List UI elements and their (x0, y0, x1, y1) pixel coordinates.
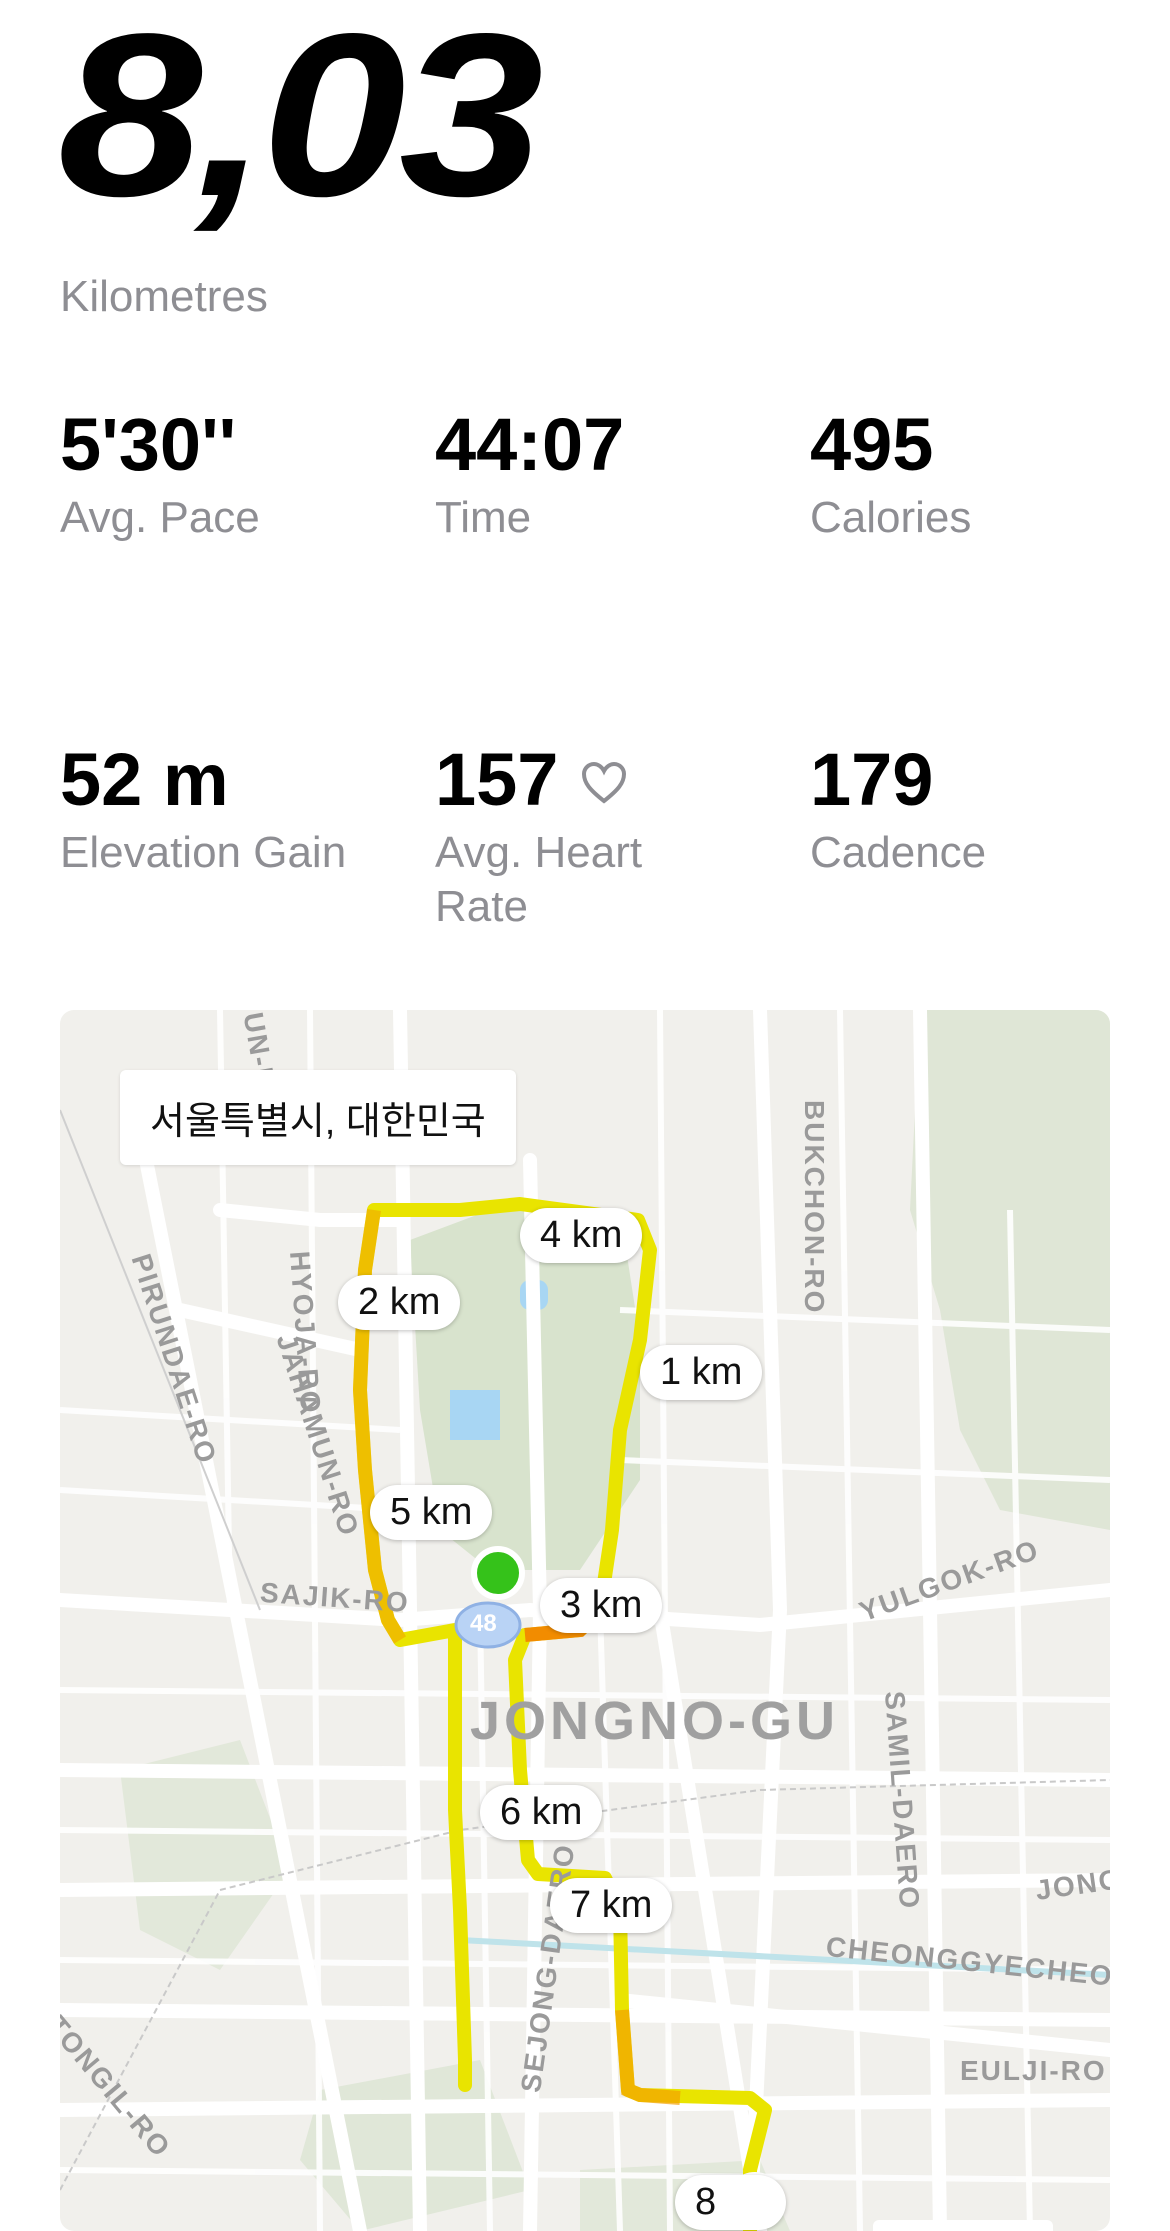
stat-label: Elevation Gain (60, 828, 347, 877)
route-map[interactable]: 48 BUKCHON-RO PIRUNDAE-RO JAHAMUN-RO HYO… (60, 1010, 1110, 2231)
map-overlay-card (873, 2220, 1053, 2231)
heart-icon (580, 740, 628, 820)
stat-time: 44:07 Time (435, 405, 795, 545)
distance-value: 8,03 (58, 0, 544, 245)
km-marker: 2 km (338, 1275, 461, 1330)
stat-value: 52 m (60, 738, 229, 821)
stat-elevation-gain: 52 m Elevation Gain (60, 740, 390, 880)
km-marker: 8 (675, 2175, 787, 2230)
street-label: BUKCHON-RO (799, 1100, 830, 1315)
stat-value-row: 157 (435, 740, 735, 820)
stat-label: Cadence (810, 828, 987, 877)
km-marker: 1 km (640, 1345, 763, 1400)
stat-label: Avg. Heart Rate (435, 828, 643, 931)
stat-value: 179 (810, 738, 934, 821)
stat-avg-heart-rate: 157 Avg. Heart Rate (435, 740, 735, 934)
stat-value: 495 (810, 403, 934, 486)
location-badge: 서울특별시, 대한민국 (120, 1070, 516, 1165)
distance-unit-label: Kilometres (60, 272, 268, 321)
km-marker: 3 km (540, 1578, 663, 1633)
stat-label: Calories (810, 493, 972, 542)
stat-value: 5'30'' (60, 403, 237, 486)
stat-label: Avg. Pace (60, 493, 260, 542)
stat-value: 44:07 (435, 403, 625, 486)
district-label: JONGNO-GU (470, 1691, 840, 1751)
route-shield-label: 48 (470, 1610, 497, 1637)
km-marker: 4 km (520, 1208, 643, 1263)
km-marker: 6 km (480, 1785, 603, 1840)
stat-label: Time (435, 493, 532, 542)
stat-calories: 495 Calories (810, 405, 1170, 545)
km-marker: 7 km (550, 1878, 673, 1933)
stat-avg-pace: 5'30'' Avg. Pace (60, 405, 420, 545)
stat-value: 157 (435, 738, 559, 821)
stat-cadence: 179 Cadence (810, 740, 1170, 880)
km-marker: 5 km (370, 1485, 493, 1540)
street-label: EULJI-RO (960, 2055, 1107, 2086)
